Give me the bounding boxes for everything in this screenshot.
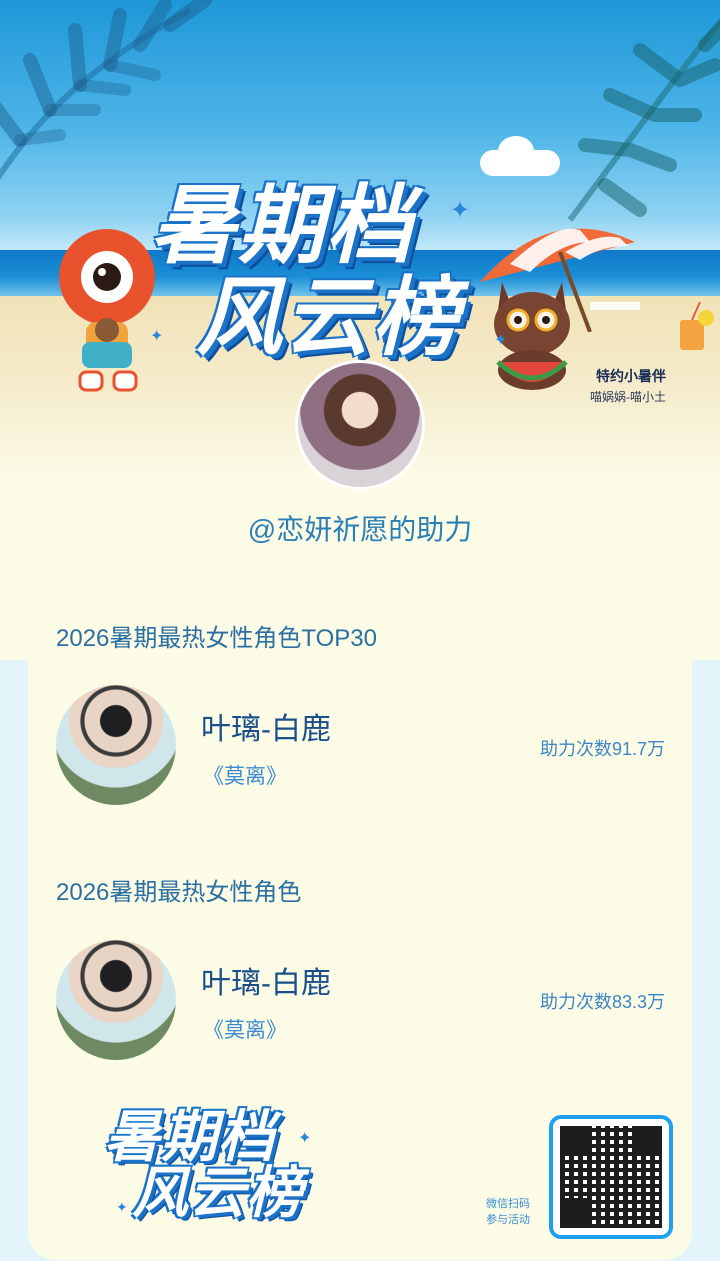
character-name: 叶璃-白鹿 — [201, 713, 331, 746]
campaign-title-line2: 风云榜 — [196, 268, 460, 368]
drink-glass-icon — [680, 301, 714, 350]
palm-leaf-right-icon — [567, 17, 720, 222]
sparkle-icon: ✦ — [298, 1128, 312, 1147]
section-title-top30: 2026暑期最热女性角色TOP30 — [56, 625, 377, 652]
support-count: 助力次数91.7万 — [539, 739, 665, 759]
qr-code-pattern-icon — [560, 1126, 662, 1228]
section-title-female-role: 2026暑期最热女性角色 — [56, 879, 302, 906]
qr-caption-line1: 微信扫码 — [486, 1198, 530, 1210]
weibo-mascot-icon — [59, 229, 155, 392]
character-work-title: 《莫离》 — [203, 765, 287, 788]
character-work-title: 《莫离》 — [203, 1019, 287, 1042]
campaign-title-line1: 暑期档 — [150, 176, 414, 276]
sponsor-tag: 特约小暑伴 喵娲娲-喵小土 — [590, 366, 666, 405]
campaign-logo-line2: 风云榜 — [132, 1161, 303, 1226]
user-avatar[interactable] — [295, 360, 425, 490]
sponsor-title: 特约小暑伴 — [596, 368, 666, 384]
qr-code[interactable] — [549, 1115, 673, 1239]
sponsor-subtitle: 喵娲娲-喵小土 — [590, 390, 666, 404]
cloud-icon — [480, 136, 560, 176]
helper-username: @恋妍祈愿的助力 — [247, 514, 473, 545]
support-count: 助力次数83.3万 — [539, 992, 665, 1012]
campaign-logo: 暑期档 风云榜 — [104, 1110, 334, 1222]
character-name: 叶璃-白鹿 — [201, 967, 331, 1000]
qr-caption: 微信扫码 参与活动 — [486, 1196, 530, 1228]
character-avatar[interactable] — [56, 940, 176, 1060]
qr-caption-line2: 参与活动 — [486, 1214, 530, 1226]
sparkle-icon: ✦ — [116, 1200, 128, 1216]
character-avatar[interactable] — [56, 685, 176, 805]
campaign-title: 暑期档 风云榜 — [150, 180, 500, 364]
